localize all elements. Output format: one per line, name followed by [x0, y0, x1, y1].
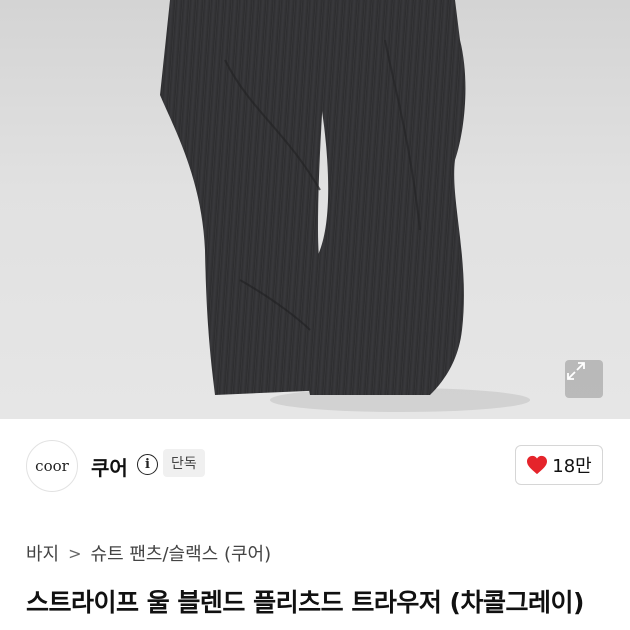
- heart-icon: [527, 455, 548, 475]
- breadcrumb-item-subcategory[interactable]: 슈트 팬츠/슬랙스 (쿠어): [91, 540, 272, 566]
- product-title: 스트라이프 울 블렌드 플리츠드 트라우저 (차콜그레이): [26, 588, 584, 617]
- expand-arrows-icon: [567, 362, 585, 380]
- product-image[interactable]: [0, 0, 630, 419]
- pants-photo: [160, 0, 530, 412]
- breadcrumb-item-category[interactable]: 바지: [26, 540, 59, 566]
- exclusive-badge: 단독: [163, 449, 205, 477]
- chevron-right-icon: >: [68, 543, 82, 563]
- info-icon[interactable]: i: [137, 454, 158, 475]
- like-button[interactable]: 18만: [515, 445, 603, 485]
- like-count: 18만: [552, 456, 592, 477]
- seller-name[interactable]: 쿠어: [91, 452, 128, 481]
- seller-row: coor 쿠어 i 단독 18만: [0, 419, 630, 514]
- expand-button[interactable]: [565, 360, 603, 398]
- seller-avatar[interactable]: coor: [26, 440, 78, 492]
- seller-logo-text: coor: [35, 457, 69, 475]
- breadcrumb: 바지 > 슈트 팬츠/슬랙스 (쿠어): [26, 540, 271, 566]
